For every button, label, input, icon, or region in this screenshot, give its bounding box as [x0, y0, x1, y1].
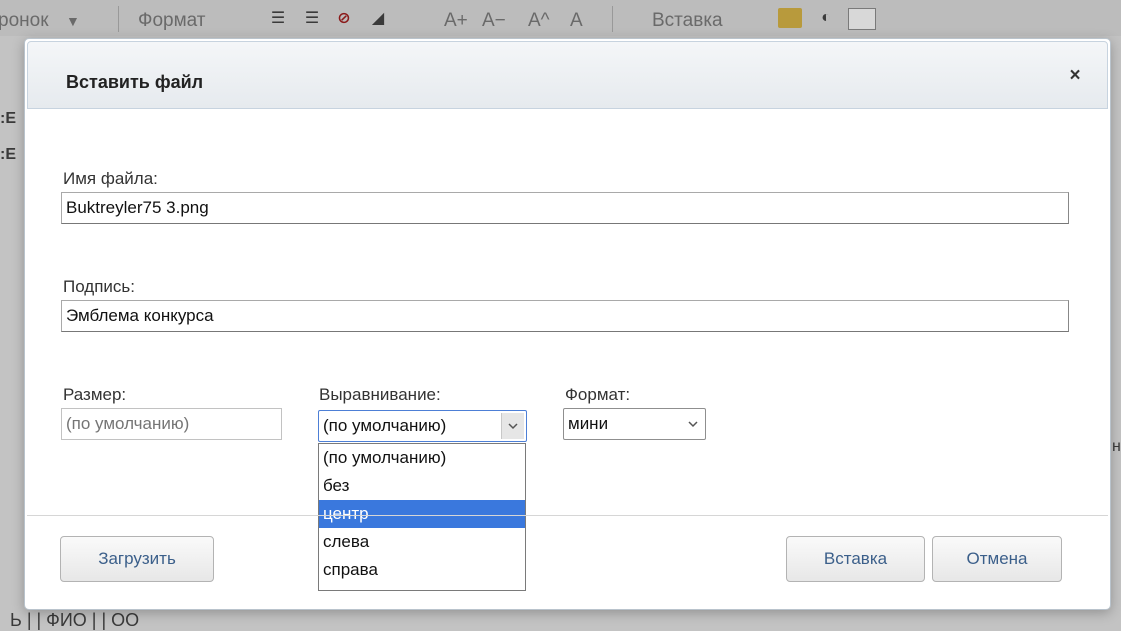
bullet-list-icon: ☰	[270, 10, 286, 27]
insert-button[interactable]: Вставка	[786, 536, 925, 582]
plain-text-button: A	[570, 10, 583, 31]
alignment-option[interactable]: слева	[319, 528, 525, 556]
size-input[interactable]	[61, 408, 282, 440]
format-select-value: мини	[568, 414, 609, 433]
font-size-up: A+	[444, 10, 468, 31]
format-menu-label: Формат	[138, 10, 206, 31]
toolbar-separator	[118, 6, 119, 32]
caption-input[interactable]	[61, 300, 1069, 332]
editor-text-fragment: :Е	[0, 110, 16, 127]
alignment-option[interactable]: (по умолчанию)	[319, 444, 525, 472]
alignment-option[interactable]: без	[319, 472, 525, 500]
alignment-option-highlighted[interactable]: центр	[319, 500, 525, 528]
insert-file-dialog: Вставить файл × Имя файла: Подпись: Разм…	[24, 38, 1111, 610]
size-label: Размер:	[63, 385, 127, 404]
media-icon: ◐	[821, 9, 831, 26]
chevron-down-icon	[508, 423, 518, 430]
alignment-select[interactable]: (по умолчанию)	[318, 410, 527, 442]
alignment-dropdown-list: (по умолчанию) без центр слева справа	[318, 443, 526, 591]
editor-toolbar: ронок ▼ Формат ☰ ☰ ⊘ ◢ A+ A− A^ A Вставк…	[0, 0, 1121, 37]
format-select[interactable]: мини	[563, 408, 706, 440]
filename-label: Имя файла:	[63, 169, 158, 188]
alignment-option[interactable]: справа	[319, 556, 525, 584]
editor-text-fragment: н	[1112, 438, 1121, 455]
indent-icon: ◢	[371, 10, 385, 27]
image-icon	[778, 8, 802, 28]
alignment-label: Выравнивание:	[319, 385, 441, 404]
insert-menu-label: Вставка	[652, 10, 723, 31]
close-icon[interactable]: ×	[1065, 66, 1085, 86]
editor-bottom-line: Ь | | ФИО | | ОО	[10, 610, 140, 630]
filename-input[interactable]	[61, 192, 1069, 224]
editor-text-fragment: :Е	[0, 146, 16, 163]
dialog-header: Вставить файл ×	[27, 41, 1108, 109]
cancel-button[interactable]: Отмена	[932, 536, 1062, 582]
alignment-select-button[interactable]	[501, 413, 524, 439]
toolbar-separator	[612, 6, 613, 32]
font-size-down: A−	[482, 10, 506, 31]
heading-select: ронок	[0, 10, 49, 31]
table-icon	[848, 8, 876, 30]
upload-button[interactable]: Загрузить	[60, 536, 214, 582]
superscript-button: A^	[528, 10, 550, 31]
caption-label: Подпись:	[63, 277, 136, 296]
heading-select-chevron-icon: ▼	[66, 13, 80, 29]
chevron-down-icon	[688, 421, 698, 428]
editor-bottom-text: Ь | | ФИО | | ОО	[0, 608, 1121, 631]
alignment-select-value: (по умолчанию)	[323, 416, 447, 435]
no-format-icon: ⊘	[337, 10, 351, 27]
numbered-list-icon: ☰	[304, 10, 320, 27]
dialog-title: Вставить файл	[66, 72, 204, 92]
format-label: Формат:	[565, 385, 631, 404]
dialog-footer-divider	[27, 515, 1108, 516]
